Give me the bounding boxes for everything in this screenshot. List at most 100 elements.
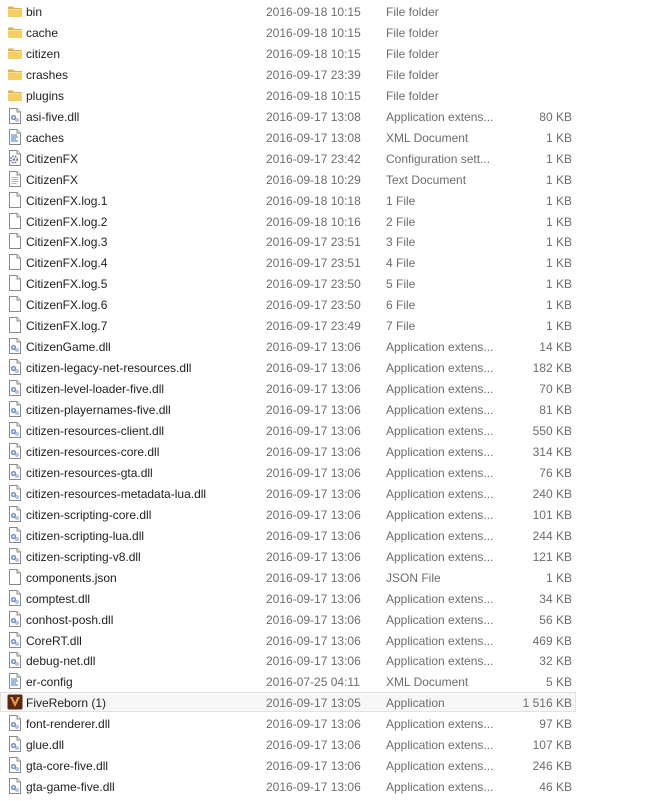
file-date-modified: 2016-09-17 23:39 [266, 68, 361, 82]
file-row[interactable]: gta-core-five.dll 2016-09-17 13:06 Applica… [0, 755, 576, 775]
file-date-modified: 2016-09-17 13:06 [266, 487, 361, 501]
file-row[interactable]: CitizenFX 2016-09-17 23:42 Configuration s… [0, 148, 576, 168]
file-row[interactable]: CitizenGame.dll 2016-09-17 13:06 Applicati… [0, 336, 576, 356]
blank-file-icon [7, 213, 23, 230]
file-row[interactable]: CitizenFX.log.7 2016-09-17 23:49 7 File 1 K… [0, 315, 576, 335]
file-row[interactable]: CitizenFX.log.4 2016-09-17 23:51 4 File 1 K… [0, 252, 576, 272]
dll-file-icon [7, 527, 23, 544]
file-row[interactable]: citizen-scripting-lua.dll 2016-09-17 13:0… [0, 525, 576, 545]
file-row[interactable]: comptest.dll 2016-09-17 13:06 Application … [0, 588, 576, 608]
file-row[interactable]: CitizenFX.log.2 2016-09-18 10:16 2 File 1 K… [0, 211, 576, 231]
file-row[interactable]: citizen-legacy-net-resources.dll 2016-09-… [0, 357, 576, 377]
file-row[interactable]: CitizenFX.log.3 2016-09-17 23:51 3 File 1 K… [0, 231, 576, 251]
file-date-modified: 2016-09-17 13:06 [266, 382, 361, 396]
file-row[interactable]: CitizenFX 2016-09-18 10:29 Text Document 1 … [0, 169, 576, 189]
file-size: 550 KB [532, 424, 572, 438]
file-date-modified: 2016-09-17 23:42 [266, 152, 361, 166]
file-name: CoreRT.dll [26, 634, 82, 648]
file-date-modified: 2016-09-17 13:06 [266, 424, 361, 438]
file-size [497, 88, 572, 104]
file-date-modified: 2016-09-17 23:51 [266, 256, 361, 270]
file-size: 46 KB [539, 780, 572, 794]
file-name: CitizenFX.log.1 [26, 194, 108, 208]
file-name: conhost-posh.dll [26, 613, 114, 627]
file-row[interactable]: er-config 2016-07-25 04:11 XML Document 5 K… [0, 671, 576, 691]
file-size: 1 KB [545, 173, 572, 187]
file-row[interactable]: caches 2016-09-17 13:08 XML Document 1 KB [0, 127, 576, 147]
file-size: 70 KB [539, 382, 572, 396]
file-type: Application extens... [386, 340, 494, 354]
file-row[interactable]: CitizenFX.log.6 2016-09-17 23:50 6 File 1 K… [0, 294, 576, 314]
folder-icon [7, 3, 23, 20]
file-row[interactable]: CitizenFX.log.1 2016-09-18 10:18 1 File 1 K… [0, 190, 576, 210]
file-type: Application extens... [386, 780, 494, 794]
file-name: CitizenFX [26, 152, 79, 166]
dll-file-icon [7, 506, 23, 523]
file-row[interactable]: citizen-resources-client.dll 2016-09-17 1… [0, 420, 576, 440]
file-name: glue.dll [26, 738, 65, 752]
file-type: Text Document [386, 173, 467, 187]
file-date-modified: 2016-09-17 13:06 [266, 340, 361, 354]
file-row[interactable]: gta-game-five.dll 2016-09-17 13:06 Applica… [0, 776, 576, 796]
file-size: 1 KB [545, 277, 572, 291]
file-name: cache [26, 26, 59, 40]
file-date-modified: 2016-09-17 13:06 [266, 529, 361, 543]
file-type: Application extens... [386, 424, 494, 438]
file-type: 3 File [386, 235, 416, 249]
file-date-modified: 2016-09-18 10:15 [266, 5, 361, 19]
file-date-modified: 2016-09-17 13:06 [266, 403, 361, 417]
file-type: XML Document [386, 675, 469, 689]
file-row[interactable]: bin 2016-09-18 10:15 File folder [0, 1, 576, 21]
file-type: File folder [386, 5, 439, 19]
file-date-modified: 2016-09-17 13:06 [266, 613, 361, 627]
file-row[interactable]: citizen-resources-core.dll 2016-09-17 13:… [0, 441, 576, 461]
file-row[interactable]: glue.dll 2016-09-17 13:06 Application exte… [0, 734, 576, 754]
file-size: 80 KB [539, 110, 572, 124]
dll-file-icon [7, 359, 23, 376]
file-row[interactable]: citizen-resources-metadata-lua.dll 2016-0… [0, 483, 576, 503]
file-row[interactable]: components.json 2016-09-17 13:06 JSON File… [0, 567, 576, 587]
file-date-modified: 2016-09-17 13:08 [266, 131, 361, 145]
file-type: JSON File [386, 571, 441, 585]
file-row[interactable]: crashes 2016-09-17 23:39 File folder [0, 64, 576, 84]
file-row[interactable]: debug-net.dll 2016-09-17 13:06 Application… [0, 650, 576, 670]
file-size: 76 KB [539, 466, 572, 480]
file-row[interactable]: FiveReborn (1) 2016-09-17 13:05 Applicatio… [0, 692, 576, 712]
file-date-modified: 2016-09-17 13:05 [266, 696, 361, 710]
file-type: Application extens... [386, 550, 494, 564]
file-type: 4 File [386, 256, 416, 270]
file-name: CitizenFX.log.4 [26, 256, 108, 270]
file-size: 182 KB [532, 361, 572, 375]
file-row[interactable]: cache 2016-09-18 10:15 File folder [0, 22, 576, 42]
file-date-modified: 2016-09-17 23:50 [266, 298, 361, 312]
file-row[interactable]: font-renderer.dll 2016-09-17 13:06 Applica… [0, 713, 576, 733]
file-row[interactable]: citizen-resources-gta.dll 2016-09-17 13:0… [0, 462, 576, 482]
file-name: crashes [26, 68, 69, 82]
text-file-icon [7, 171, 23, 188]
file-type: 6 File [386, 298, 416, 312]
file-row[interactable]: citizen-scripting-core.dll 2016-09-17 13:… [0, 504, 576, 524]
file-row[interactable]: citizen 2016-09-18 10:15 File folder [0, 43, 576, 63]
file-date-modified: 2016-09-18 10:15 [266, 89, 361, 103]
dll-file-icon [7, 485, 23, 502]
file-name: bin [26, 5, 43, 19]
file-row[interactable]: plugins 2016-09-18 10:15 File folder [0, 85, 576, 105]
file-size: 1 KB [545, 152, 572, 166]
file-name: gta-core-five.dll [26, 759, 109, 773]
file-type: Application extens... [386, 759, 494, 773]
file-date-modified: 2016-09-18 10:18 [266, 194, 361, 208]
file-type: File folder [386, 68, 439, 82]
file-date-modified: 2016-09-18 10:15 [266, 47, 361, 61]
file-type: File folder [386, 89, 439, 103]
file-row[interactable]: citizen-playernames-five.dll 2016-09-17 1… [0, 399, 576, 419]
file-name: citizen [26, 47, 61, 61]
file-row[interactable]: CoreRT.dll 2016-09-17 13:06 Application ex… [0, 630, 576, 650]
dll-file-icon [7, 401, 23, 418]
file-row[interactable]: asi-five.dll 2016-09-17 13:08 Application … [0, 106, 576, 126]
file-row[interactable]: citizen-scripting-v8.dll 2016-09-17 13:06… [0, 546, 576, 566]
file-type: 5 File [386, 277, 416, 291]
file-row[interactable]: conhost-posh.dll 2016-09-17 13:06 Applicat… [0, 609, 576, 629]
file-row[interactable]: citizen-level-loader-five.dll 2016-09-17 … [0, 378, 576, 398]
file-name: citizen-scripting-core.dll [26, 508, 152, 522]
file-row[interactable]: CitizenFX.log.5 2016-09-17 23:50 5 File 1 K… [0, 273, 576, 293]
